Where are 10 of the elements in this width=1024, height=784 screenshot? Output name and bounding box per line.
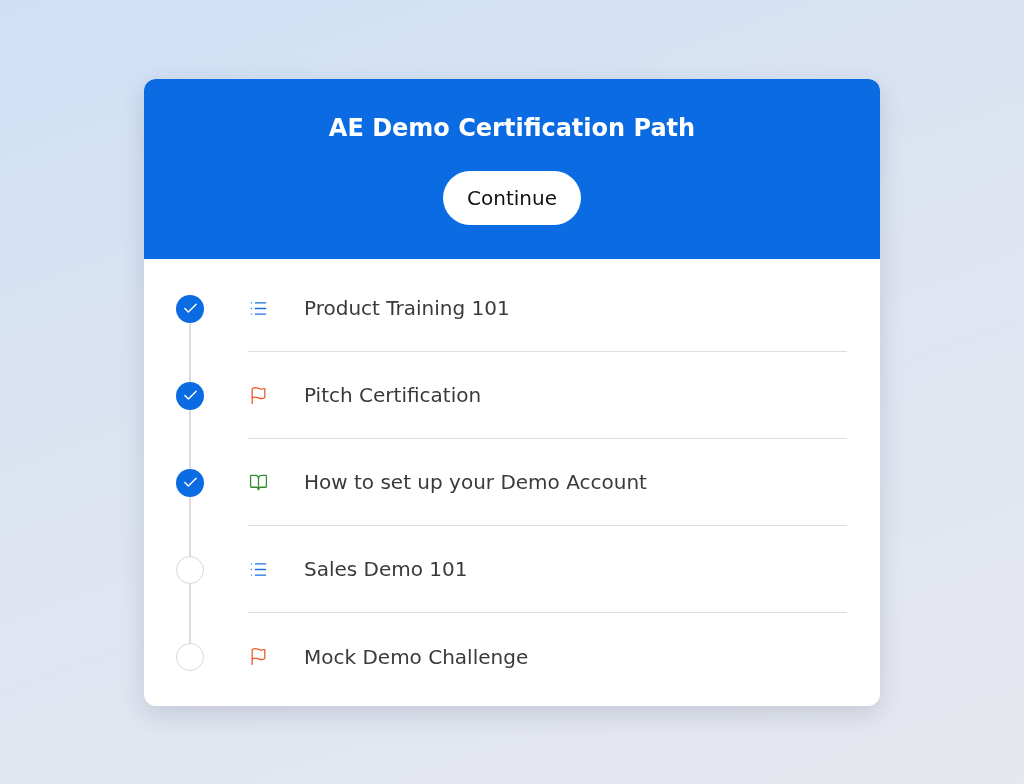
flag-icon [249, 385, 268, 405]
path-title: AE Demo Certification Path [328, 113, 696, 144]
step-title[interactable]: Mock Demo Challenge [304, 644, 529, 669]
book-icon [249, 472, 268, 492]
step-title[interactable]: Sales Demo 101 [304, 557, 468, 581]
step-title[interactable]: Product Training 101 [304, 296, 510, 320]
step-title[interactable]: How to set up your Demo Account [304, 470, 647, 494]
flag-icon [249, 647, 268, 666]
continue-button[interactable]: Continue [443, 171, 581, 225]
step-title[interactable]: Pitch Certification [304, 383, 482, 407]
